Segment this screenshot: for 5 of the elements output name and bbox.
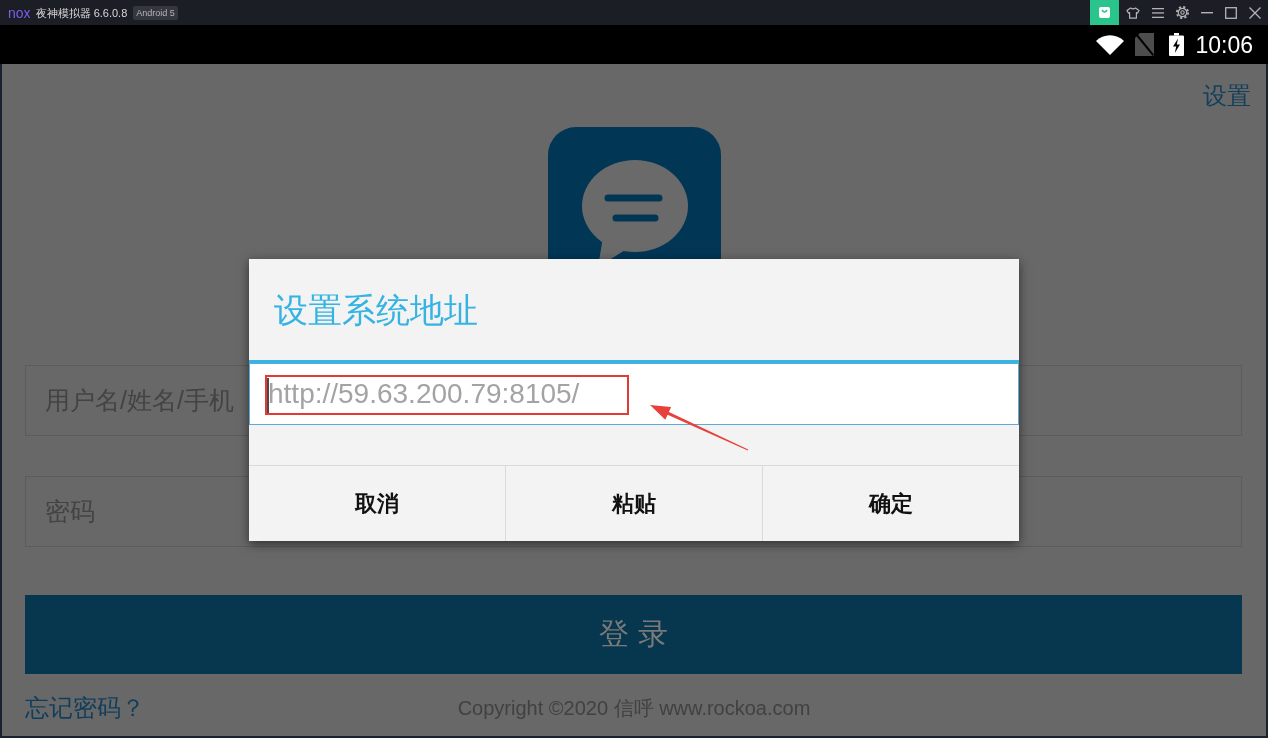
window-title: 夜神模拟器 6.6.0.8 (35, 5, 128, 20)
clock-time: 10:06 (1195, 31, 1253, 58)
dialog-title: 设置系统地址 (273, 290, 479, 331)
app-logo: nox (8, 5, 31, 20)
version-badge: Android 5 (133, 5, 178, 20)
